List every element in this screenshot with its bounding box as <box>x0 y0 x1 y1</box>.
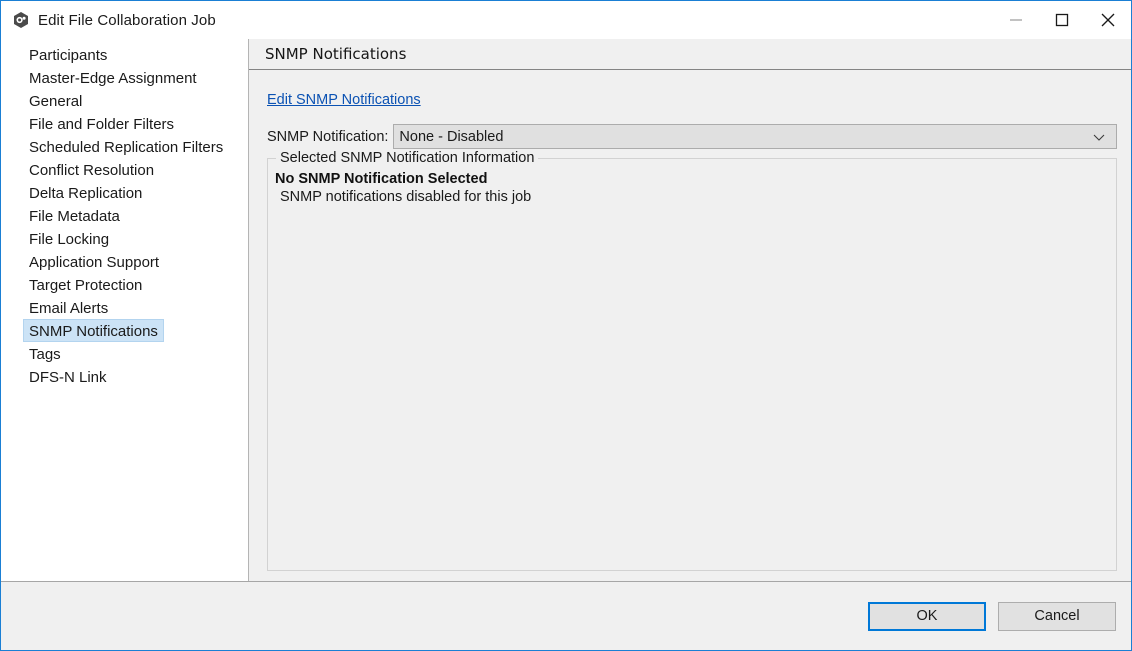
page-title: SNMP Notifications <box>265 45 407 63</box>
dialog-footer: OK Cancel <box>1 581 1131 650</box>
selected-snmp-info-group: Selected SNMP Notification Information N… <box>267 150 1117 571</box>
sidebar-item-file-metadata[interactable]: File Metadata <box>23 204 126 227</box>
title-bar: Edit File Collaboration Job <box>1 1 1131 39</box>
window-title: Edit File Collaboration Job <box>38 11 216 29</box>
sidebar-item-email-alerts[interactable]: Email Alerts <box>23 296 114 319</box>
dialog-window: Edit File Collaboration Job Participants… <box>0 0 1132 651</box>
group-description: SNMP notifications disabled for this job <box>280 189 532 205</box>
close-icon <box>1101 13 1115 27</box>
settings-sidebar: Participants Master-Edge Assignment Genera… <box>1 39 249 581</box>
cancel-button[interactable]: Cancel <box>998 601 1116 631</box>
sidebar-item-master-edge-assignment[interactable]: Master-Edge Assignment <box>23 66 203 89</box>
edit-snmp-notifications-link[interactable]: Edit SNMP Notifications <box>267 92 421 108</box>
sidebar-item-tags[interactable]: Tags <box>23 342 67 365</box>
snmp-notification-label: SNMP Notification: <box>267 128 389 145</box>
content-inner: Edit SNMP Notifications SNMP Notificatio… <box>249 70 1131 581</box>
sidebar-item-dfs-n-link[interactable]: DFS-N Link <box>23 365 113 388</box>
sidebar-item-delta-replication[interactable]: Delta Replication <box>23 181 148 204</box>
window-controls <box>993 1 1131 39</box>
group-legend: Selected SNMP Notification Information <box>276 150 539 166</box>
ok-button[interactable]: OK <box>868 601 986 631</box>
minimize-button[interactable] <box>993 1 1039 39</box>
maximize-icon <box>1055 13 1069 27</box>
minimize-icon <box>1010 19 1022 21</box>
sidebar-item-scheduled-replication-filters[interactable]: Scheduled Replication Filters <box>23 135 229 158</box>
sidebar-item-file-and-folder-filters[interactable]: File and Folder Filters <box>23 112 180 135</box>
sidebar-item-target-protection[interactable]: Target Protection <box>23 273 148 296</box>
snmp-notification-field-row: SNMP Notification: None - Disabled <box>267 124 1117 149</box>
snmp-notification-select[interactable]: None - Disabled <box>393 124 1117 149</box>
sidebar-item-conflict-resolution[interactable]: Conflict Resolution <box>23 158 160 181</box>
content-header: SNMP Notifications <box>249 39 1131 70</box>
sidebar-item-participants[interactable]: Participants <box>23 43 113 66</box>
chevron-down-icon <box>1092 125 1106 148</box>
sidebar-item-file-locking[interactable]: File Locking <box>23 227 115 250</box>
content-pane: SNMP Notifications Edit SNMP Notificatio… <box>249 39 1131 581</box>
snmp-notification-selected-value: None - Disabled <box>399 128 504 145</box>
app-hexagon-icon <box>12 11 30 29</box>
sidebar-item-general[interactable]: General <box>23 89 88 112</box>
maximize-button[interactable] <box>1039 1 1085 39</box>
close-button[interactable] <box>1085 1 1131 39</box>
group-heading: No SNMP Notification Selected <box>275 171 488 187</box>
sidebar-item-snmp-notifications[interactable]: SNMP Notifications <box>23 319 164 342</box>
dialog-body: Participants Master-Edge Assignment Genera… <box>1 39 1131 581</box>
sidebar-item-application-support[interactable]: Application Support <box>23 250 165 273</box>
